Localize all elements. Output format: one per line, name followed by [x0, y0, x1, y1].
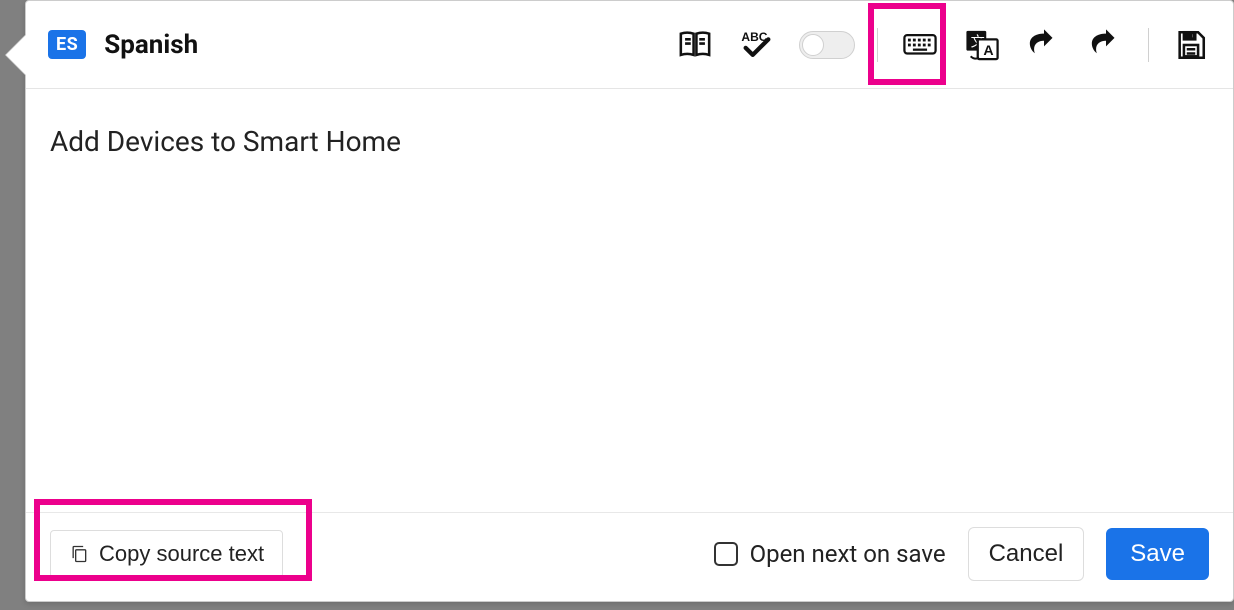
- translation-textarea[interactable]: [50, 125, 1209, 476]
- save-icon-button[interactable]: [1171, 25, 1211, 65]
- machine-translate-button[interactable]: 文 A: [962, 25, 1002, 65]
- dictionary-button[interactable]: [675, 25, 715, 65]
- toolbar-divider: [1148, 28, 1149, 62]
- language-name-label: Spanish: [104, 30, 198, 60]
- footer-right-group: Open next on save Cancel Save: [714, 527, 1209, 581]
- redo-icon: [1089, 28, 1123, 62]
- svg-text:A: A: [983, 42, 993, 58]
- undo-button[interactable]: [1024, 25, 1064, 65]
- toggle-switch-knob: [802, 34, 824, 56]
- cancel-button[interactable]: Cancel: [968, 527, 1085, 581]
- highlight-box-copy-source: [34, 499, 312, 581]
- spellcheck-icon: ABC: [740, 28, 774, 62]
- book-open-icon: [678, 28, 712, 62]
- panel-pointer-arrow: [6, 35, 26, 75]
- language-code-badge: ES: [48, 30, 86, 59]
- toolbar: ES Spanish ABC: [26, 1, 1233, 89]
- undo-icon: [1027, 28, 1061, 62]
- spellcheck-button[interactable]: ABC: [737, 25, 777, 65]
- open-next-on-save-checkbox[interactable]: Open next on save: [714, 540, 946, 568]
- floppy-disk-icon: [1174, 28, 1208, 62]
- redo-button[interactable]: [1086, 25, 1126, 65]
- translation-text-area-wrapper: [26, 89, 1233, 512]
- open-next-label: Open next on save: [750, 540, 946, 568]
- checkbox-icon: [714, 542, 738, 566]
- save-button[interactable]: Save: [1106, 528, 1209, 580]
- translate-icon: 文 A: [965, 28, 999, 62]
- highlight-box-machine-translate: [868, 3, 946, 85]
- toggle-switch[interactable]: [799, 31, 855, 59]
